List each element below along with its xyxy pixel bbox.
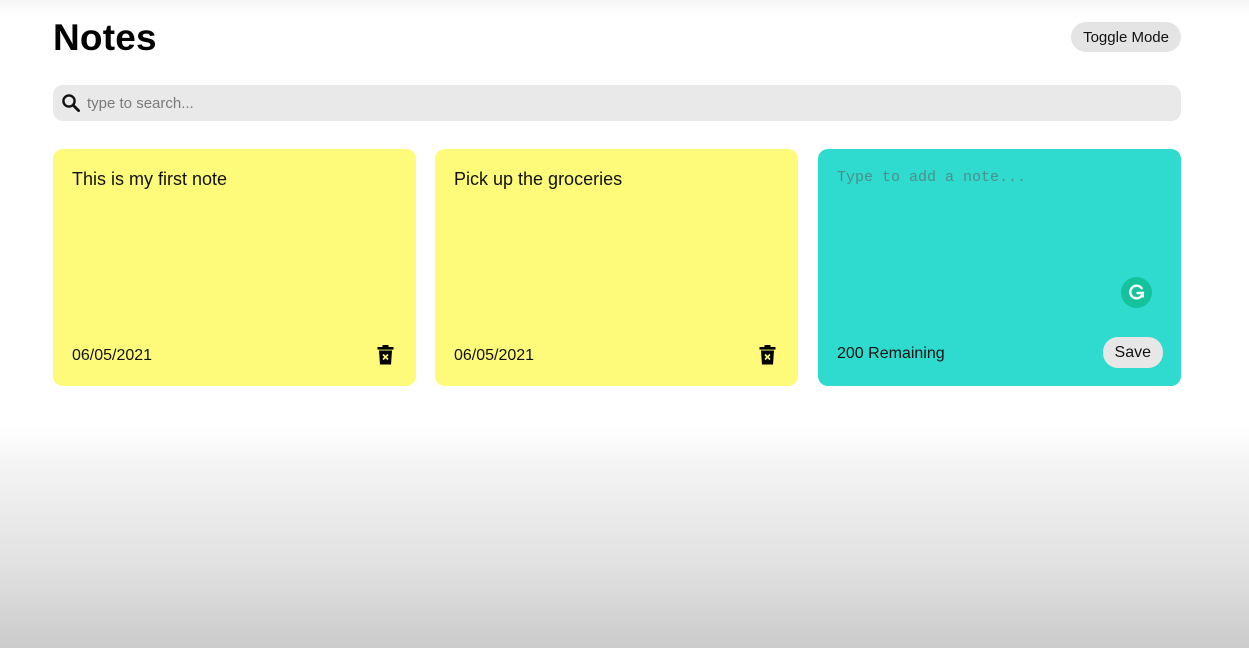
- note-date: 06/05/2021: [72, 347, 153, 364]
- search-icon: [61, 93, 81, 113]
- new-note-card: 200 Remaining Save: [818, 149, 1181, 386]
- note-text: This is my first note: [72, 169, 228, 189]
- grammarly-icon[interactable]: [1121, 277, 1152, 308]
- header: Notes Toggle Mode: [53, 0, 1181, 80]
- remaining-count: 200 Remaining: [837, 345, 945, 362]
- trash-icon[interactable]: [377, 345, 394, 365]
- notes-list: This is my first note 06/05/2021 Pick up…: [53, 149, 1181, 386]
- save-button[interactable]: Save: [1102, 337, 1163, 368]
- search-bar: [53, 85, 1181, 121]
- note-date: 06/05/2021: [454, 347, 535, 364]
- search-input[interactable]: [85, 87, 1169, 119]
- page-title: Notes: [53, 17, 157, 58]
- note-card: This is my first note 06/05/2021: [53, 149, 416, 386]
- note-text: Pick up the groceries: [454, 169, 623, 189]
- toggle-mode-button[interactable]: Toggle Mode: [1071, 22, 1181, 52]
- note-card: Pick up the groceries 06/05/2021: [435, 149, 798, 386]
- new-note-input[interactable]: [837, 169, 1157, 279]
- trash-icon[interactable]: [759, 345, 776, 365]
